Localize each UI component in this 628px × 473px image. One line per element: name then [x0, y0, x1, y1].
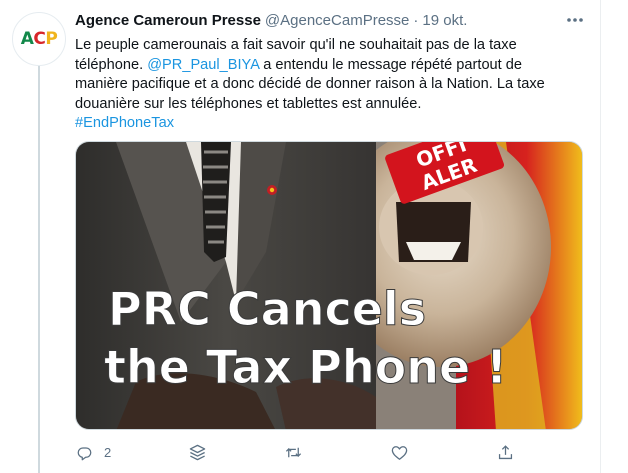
tweet-text: Le peuple camerounais a fait savoir qu'i…: [75, 36, 575, 134]
retweet-button[interactable]: [284, 443, 313, 462]
reply-count: 2: [104, 444, 112, 460]
reply-icon: [77, 446, 92, 460]
stack-button[interactable]: [188, 443, 207, 462]
media-headline-line2: the Tax Phone !: [104, 340, 507, 394]
more-icon[interactable]: [565, 10, 585, 30]
reply-button[interactable]: 2: [75, 443, 111, 462]
share-button[interactable]: [496, 443, 515, 462]
thread-line: [38, 60, 40, 473]
hashtag-link[interactable]: #EndPhoneTax: [75, 115, 174, 131]
media-headline-line1: PRC Cancels: [108, 282, 426, 336]
stack-icon: [189, 444, 206, 460]
author-name[interactable]: Agence Cameroun Presse: [75, 12, 261, 29]
tweet-actions: 2: [75, 440, 515, 464]
avatar-logo-letter: C: [33, 29, 46, 49]
retweet-icon: [286, 447, 302, 457]
avatar-logo-letter: P: [45, 29, 58, 49]
share-icon: [498, 444, 513, 459]
tweet-header: Agence Cameroun Presse @AgenceCamPresse …: [75, 10, 583, 30]
avatar-logo-letter: A: [20, 29, 34, 49]
tweet-content: Agence Cameroun Presse @AgenceCamPresse …: [75, 10, 583, 134]
mention-link[interactable]: @PR_Paul_BIYA: [147, 57, 259, 73]
separator-dot: ·: [413, 11, 419, 29]
tweet-timestamp[interactable]: 19 okt.: [422, 12, 467, 29]
tweet-media-image[interactable]: OFFI ALER PRC Cancels the Tax Phone !: [75, 141, 583, 430]
timeline-panel: ACP Agence Cameroun Presse @AgenceCamPre…: [0, 0, 601, 473]
author-handle[interactable]: @AgenceCamPresse: [265, 12, 409, 29]
like-button[interactable]: [390, 443, 419, 462]
avatar[interactable]: ACP: [12, 12, 66, 66]
like-icon: [391, 445, 408, 460]
